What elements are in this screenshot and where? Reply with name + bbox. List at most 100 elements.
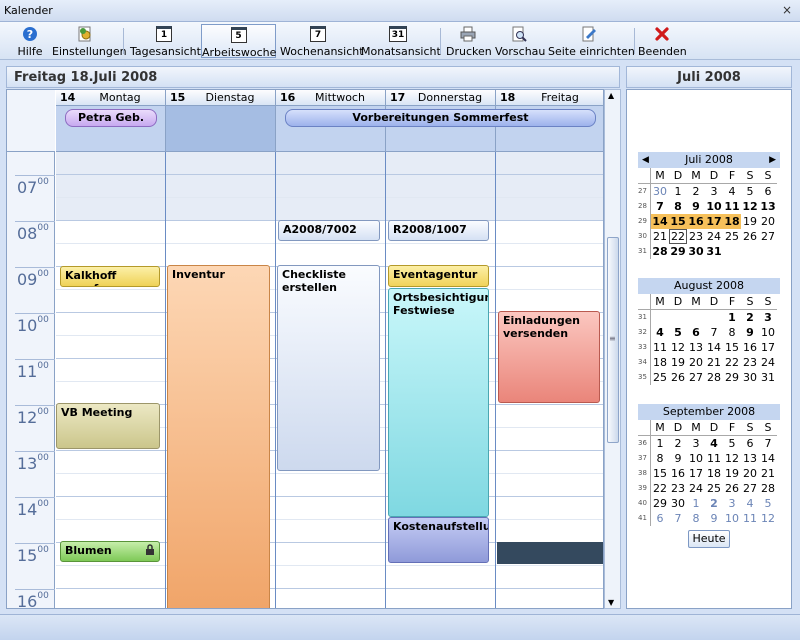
- time-slot[interactable]: [386, 244, 495, 267]
- time-slot[interactable]: [56, 244, 165, 267]
- mini-day[interactable]: 5: [759, 496, 777, 511]
- mini-day[interactable]: 9: [687, 199, 705, 214]
- day-header-mittwoch[interactable]: 16 Mittwoch: [276, 90, 386, 106]
- time-slot[interactable]: [56, 520, 165, 543]
- mini-day[interactable]: 11: [741, 511, 759, 526]
- mini-day[interactable]: 1: [669, 184, 687, 199]
- time-slot[interactable]: [276, 474, 385, 497]
- time-slot[interactable]: [56, 336, 165, 359]
- time-slot[interactable]: [56, 566, 165, 589]
- time-slot[interactable]: [276, 543, 385, 566]
- time-slot[interactable]: [276, 152, 385, 175]
- mini-day[interactable]: 15: [669, 214, 687, 229]
- scroll-down-icon[interactable]: ▼: [608, 598, 614, 607]
- time-slot[interactable]: [496, 175, 603, 198]
- mini-day[interactable]: 16: [687, 214, 705, 229]
- mini-day[interactable]: 10: [687, 451, 705, 466]
- mini-day[interactable]: 27: [687, 370, 705, 385]
- prev-month-icon[interactable]: ◀: [642, 152, 649, 168]
- mini-day[interactable]: 20: [687, 355, 705, 370]
- time-slot[interactable]: [166, 198, 275, 221]
- time-slot[interactable]: [56, 198, 165, 221]
- mini-day[interactable]: 19: [669, 355, 687, 370]
- mini-day[interactable]: 3: [687, 436, 705, 451]
- mini-day[interactable]: 12: [741, 199, 759, 214]
- time-slot[interactable]: [496, 520, 603, 543]
- mini-day[interactable]: 12: [669, 340, 687, 355]
- time-slot[interactable]: [496, 267, 603, 290]
- mini-day[interactable]: 3: [723, 496, 741, 511]
- mini-day[interactable]: 5: [723, 436, 741, 451]
- time-slot[interactable]: [166, 244, 275, 267]
- mini-day[interactable]: 10: [705, 199, 723, 214]
- time-slot[interactable]: [496, 497, 603, 520]
- mini-day[interactable]: 17: [705, 214, 723, 229]
- help-button[interactable]: ? Hilfe: [14, 24, 46, 58]
- mini-day[interactable]: 27: [759, 229, 777, 244]
- mini-day[interactable]: 6: [759, 184, 777, 199]
- mini-day[interactable]: 12: [723, 451, 741, 466]
- event-blumen[interactable]: Blumen: [60, 541, 160, 562]
- time-slot[interactable]: [496, 566, 603, 589]
- time-slot[interactable]: [386, 566, 495, 589]
- allday-event-petra[interactable]: Petra Geb. ↻: [65, 109, 157, 127]
- mini-day[interactable]: 29: [723, 370, 741, 385]
- mini-day[interactable]: 22: [723, 355, 741, 370]
- time-slot[interactable]: [386, 152, 495, 175]
- mini-day[interactable]: 8: [669, 199, 687, 214]
- mini-day[interactable]: 6: [741, 436, 759, 451]
- time-slot[interactable]: [56, 290, 165, 313]
- mini-day[interactable]: 19: [723, 466, 741, 481]
- preview-button[interactable]: Vorschau: [495, 24, 545, 58]
- time-slot[interactable]: [386, 589, 495, 608]
- print-button[interactable]: Drucken: [446, 24, 492, 58]
- event-inventur[interactable]: Inventur: [167, 265, 270, 608]
- event-einladungen[interactable]: Einladungen versenden: [498, 311, 600, 403]
- calendar-grid[interactable]: 0700 0800 0900 1000 1100 1200 1300 1400 1500 1600…: [6, 89, 604, 609]
- event-checkliste[interactable]: Checkliste erstellen: [277, 265, 380, 471]
- time-slot[interactable]: [386, 198, 495, 221]
- mini-day[interactable]: 31: [759, 370, 777, 385]
- time-slot[interactable]: [56, 359, 165, 382]
- day-header-donnerstag[interactable]: 17 Donnerstag: [386, 90, 496, 106]
- time-slot[interactable]: [276, 566, 385, 589]
- close-window-icon[interactable]: ×: [782, 3, 792, 17]
- mini-day[interactable]: 8: [723, 325, 741, 340]
- mini-day[interactable]: 18: [723, 214, 741, 229]
- mini-day[interactable]: 20: [741, 466, 759, 481]
- mini-day[interactable]: 14: [651, 214, 669, 229]
- time-slot[interactable]: [56, 451, 165, 474]
- mini-day[interactable]: 8: [651, 451, 669, 466]
- time-slot[interactable]: [56, 152, 165, 175]
- time-slot[interactable]: [496, 152, 603, 175]
- event-r2008-1007[interactable]: R2008/1007: [388, 220, 489, 241]
- day-header-freitag[interactable]: 18 Freitag: [496, 90, 603, 106]
- time-slot[interactable]: [496, 198, 603, 221]
- mini-day[interactable]: 31: [705, 244, 723, 259]
- mini-day[interactable]: 12: [759, 511, 777, 526]
- time-slot[interactable]: [56, 221, 165, 244]
- time-slot[interactable]: [56, 313, 165, 336]
- mini-day[interactable]: 21: [759, 466, 777, 481]
- mini-day[interactable]: 13: [741, 451, 759, 466]
- mini-day[interactable]: 24: [687, 481, 705, 496]
- time-slot[interactable]: [56, 474, 165, 497]
- time-slot[interactable]: [276, 198, 385, 221]
- mini-day[interactable]: 28: [651, 244, 669, 259]
- mini-day[interactable]: 21: [705, 355, 723, 370]
- mini-day[interactable]: 6: [687, 325, 705, 340]
- vertical-scrollbar[interactable]: ▲ ≡ ▼: [604, 89, 621, 609]
- mini-day[interactable]: 13: [687, 340, 705, 355]
- day-header-montag[interactable]: 14 Montag: [56, 90, 166, 106]
- today-button[interactable]: Heute: [688, 530, 730, 548]
- mini-day[interactable]: 5: [669, 325, 687, 340]
- mini-day[interactable]: 22: [669, 229, 687, 244]
- time-slot[interactable]: [496, 589, 603, 608]
- mini-day[interactable]: 23: [741, 355, 759, 370]
- mini-day[interactable]: 26: [741, 229, 759, 244]
- time-slot[interactable]: [56, 382, 165, 405]
- mini-day[interactable]: 23: [687, 229, 705, 244]
- mini-day[interactable]: 6: [651, 511, 669, 526]
- next-month-icon[interactable]: ▶: [769, 152, 776, 168]
- mini-day[interactable]: 3: [759, 310, 777, 325]
